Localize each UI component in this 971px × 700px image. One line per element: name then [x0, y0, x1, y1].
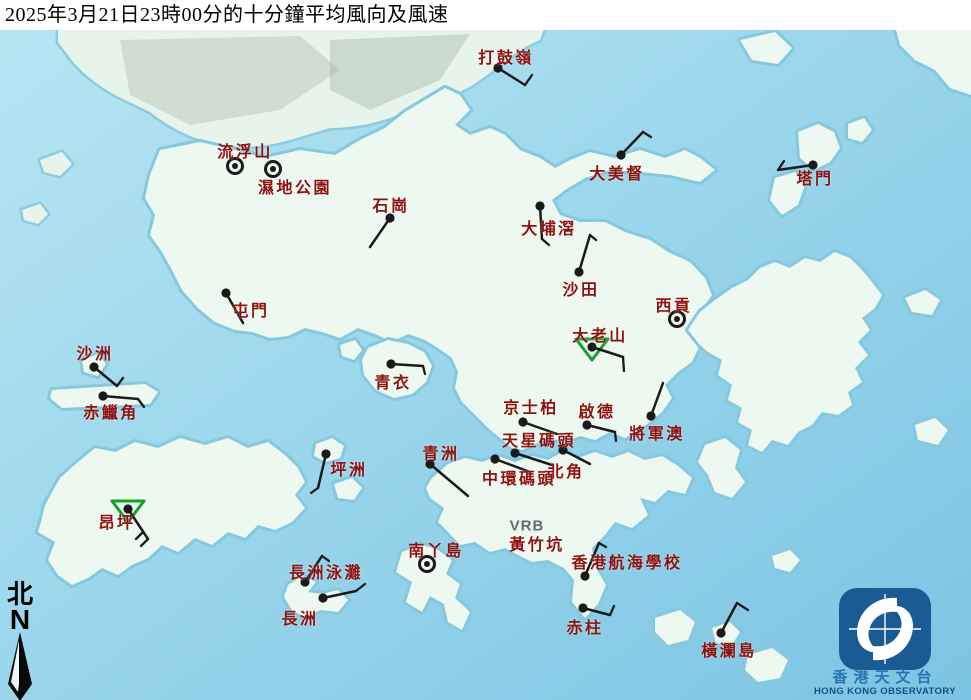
station-dot-icon [89, 362, 98, 371]
island-south-1 [655, 610, 695, 645]
island-ne-small [848, 118, 872, 142]
calm-dot-icon [232, 163, 238, 169]
island-ma-wan [340, 340, 362, 360]
station-dot-icon [587, 342, 596, 351]
island-tsing-yi [362, 340, 432, 398]
station-dot-icon [580, 571, 589, 580]
station-dot-icon [385, 213, 394, 222]
hko-name-en: HONG KONG OBSERVATORY [805, 686, 965, 698]
station-dot-icon [123, 504, 132, 513]
island-po-toi [745, 648, 788, 682]
station-dot-icon [716, 628, 725, 637]
station-dot-icon [386, 359, 395, 368]
station-dot-icon [582, 420, 591, 429]
station-dot-icon [616, 150, 625, 159]
station-dot-icon [300, 577, 309, 586]
island-east-1 [905, 290, 940, 315]
island-deep-bay-2 [22, 204, 48, 224]
station-dot-icon [574, 267, 583, 276]
north-compass: 北 N [3, 582, 37, 700]
station-dot-icon [321, 449, 330, 458]
north-arrow-icon [3, 632, 37, 700]
station-dot-icon [535, 201, 544, 210]
calm-dot-icon [270, 166, 276, 172]
station-dot-icon [490, 454, 499, 463]
hko-logo-icon [839, 588, 931, 670]
station-dot-icon [578, 603, 587, 612]
station-dot-icon [98, 391, 107, 400]
island-east-2 [915, 418, 948, 445]
station-dot-icon [510, 448, 519, 457]
station-dot-icon [646, 411, 655, 420]
title-bar: 2025年3月21日23時00分的十分鐘平均風向及風速 [0, 0, 971, 30]
island-hei-ling-chau [334, 478, 362, 500]
calm-dot-icon [674, 316, 680, 322]
station-dot-icon [558, 445, 567, 454]
station-dot-icon [425, 459, 434, 468]
island-peng-chau [314, 438, 344, 462]
station-dot-icon [221, 288, 230, 297]
calm-dot-icon [424, 561, 430, 567]
station-dot-icon [318, 593, 327, 602]
hko-logo: 香港天文台 HONG KONG OBSERVATORY [805, 588, 965, 698]
station-dot-icon [493, 63, 502, 72]
island-east-3 [772, 550, 800, 572]
north-label-en: N [3, 608, 37, 632]
station-dot-icon [808, 160, 817, 169]
station-dot-icon [518, 417, 527, 426]
map-title: 2025年3月21日23時00分的十分鐘平均風向及風速 [0, 0, 971, 30]
wind-map-page: 打鼓嶺流浮山濕地公園石崗大美督塔門大埔滘沙田西貢大老山屯門沙洲赤鱲角青衣京士柏啟… [0, 0, 971, 700]
hko-name-cjk: 香港天文台 [805, 670, 965, 686]
